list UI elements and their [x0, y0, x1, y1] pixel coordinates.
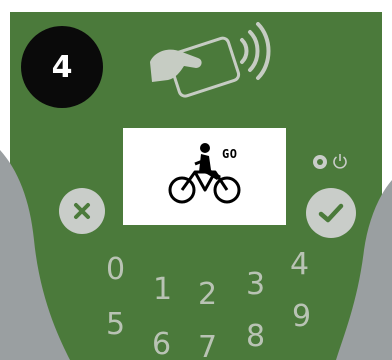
- step-number: 4: [51, 49, 73, 85]
- key-5[interactable]: 5: [106, 310, 125, 340]
- key-9[interactable]: 9: [292, 302, 311, 332]
- status-light: [313, 155, 327, 169]
- terminal-panel: 4 GO 0 1 2 3 4 5 6 7 8 9: [0, 0, 392, 360]
- key-8[interactable]: 8: [246, 322, 265, 352]
- step-number-badge: 4: [21, 26, 103, 108]
- screen-go-label: GO: [222, 147, 238, 161]
- key-4[interactable]: 4: [290, 250, 309, 280]
- key-3[interactable]: 3: [246, 270, 265, 300]
- key-0[interactable]: 0: [106, 255, 125, 285]
- close-icon: [74, 203, 90, 219]
- confirm-button[interactable]: [306, 188, 356, 238]
- hand-card-nfc-icon: [150, 22, 271, 98]
- cancel-button[interactable]: [59, 188, 105, 234]
- key-6[interactable]: 6: [152, 330, 171, 360]
- key-7[interactable]: 7: [198, 333, 217, 360]
- key-1[interactable]: 1: [153, 275, 172, 305]
- key-2[interactable]: 2: [198, 280, 217, 310]
- power-icon[interactable]: [331, 152, 349, 170]
- check-icon: [318, 203, 344, 223]
- display-screen: GO: [123, 128, 286, 225]
